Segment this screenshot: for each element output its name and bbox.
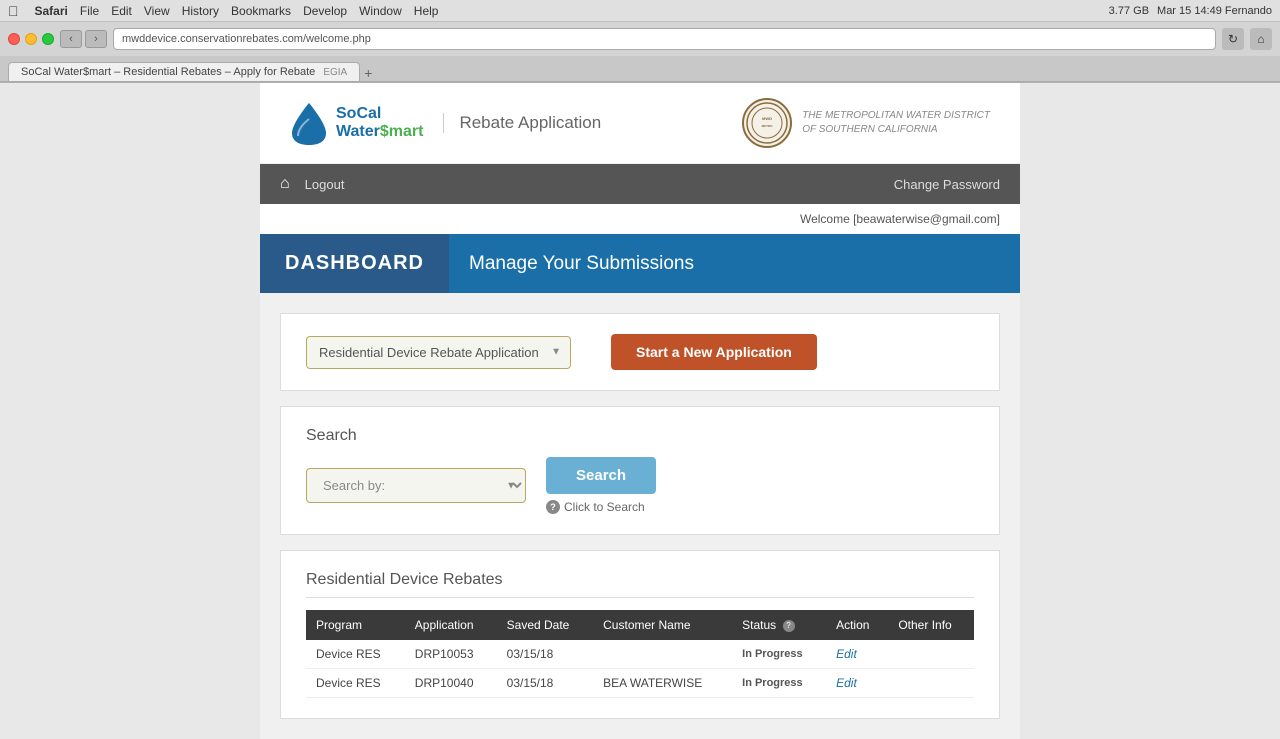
search-row: Search by: Search ? Click to Search [306, 457, 974, 514]
mac-storage: 3.77 GB [1109, 5, 1149, 17]
address-text: mwddevice.conservationrebates.com/welcom… [122, 33, 371, 45]
search-button[interactable]: Search [546, 457, 656, 494]
new-tab-button[interactable]: + [364, 65, 372, 81]
rebate-app-label: Rebate Application [443, 113, 601, 133]
col-application: Application [405, 610, 497, 640]
row1-saved-date: 03/15/18 [497, 640, 594, 669]
home-nav-icon[interactable]: ⌂ [280, 175, 290, 193]
col-saved-date: Saved Date [497, 610, 594, 640]
menu-window[interactable]: Window [359, 4, 402, 18]
table-header-row: Program Application Saved Date Customer … [306, 610, 974, 640]
status-help-icon[interactable]: ? [783, 620, 795, 632]
row1-status: In Progress [732, 640, 826, 669]
menu-view[interactable]: View [144, 4, 170, 18]
search-title: Search [306, 427, 974, 445]
menu-bookmarks[interactable]: Bookmarks [231, 4, 291, 18]
row2-application: DRP10040 [405, 669, 497, 698]
logout-link[interactable]: Logout [305, 177, 345, 192]
table-section: Residential Device Rebates Program Appli… [280, 550, 1000, 719]
row2-other-info [888, 669, 974, 698]
col-action: Action [826, 610, 888, 640]
nav-bar: ⌂ Logout Change Password [260, 164, 1020, 204]
hint-text: Click to Search [564, 500, 645, 514]
change-password-button[interactable]: Change Password [894, 177, 1000, 192]
forward-button[interactable]: › [85, 30, 107, 48]
row1-application: DRP10053 [405, 640, 497, 669]
col-other-info: Other Info [888, 610, 974, 640]
col-program: Program [306, 610, 405, 640]
logo-section: SoCal Water$mart Rebate Application [290, 101, 601, 146]
logo-socal-text: SoCal [336, 105, 381, 122]
menu-safari[interactable]: Safari [35, 4, 68, 18]
mac-datetime-user: Mar 15 14:49 Fernando [1157, 5, 1272, 17]
close-window-button[interactable] [8, 33, 20, 45]
app-type-select[interactable]: Residential Device Rebate Application [306, 336, 571, 369]
menu-develop[interactable]: Develop [303, 4, 347, 18]
refresh-icon[interactable]: ↻ [1222, 28, 1244, 50]
search-by-select[interactable]: Search by: [306, 468, 526, 503]
tab-title: SoCal Water$mart – Residential Rebates –… [21, 66, 315, 78]
app-type-select-wrapper: Residential Device Rebate Application [306, 336, 571, 369]
welcome-bar: Welcome [beawaterwise@gmail.com] [260, 204, 1020, 234]
traffic-lights [8, 33, 54, 45]
browser-tab-active[interactable]: SoCal Water$mart – Residential Rebates –… [8, 62, 360, 81]
browser-chrome: ‹ › mwddevice.conservationrebates.com/we… [0, 22, 1280, 83]
rebates-table: Program Application Saved Date Customer … [306, 610, 974, 698]
row2-action[interactable]: Edit [826, 669, 888, 698]
table-row: Device RES DRP10040 03/15/18 BEA WATERWI… [306, 669, 974, 698]
minimize-window-button[interactable] [25, 33, 37, 45]
home-icon[interactable]: ⌂ [1250, 28, 1272, 50]
dashboard-label: DASHBOARD [260, 234, 449, 293]
row2-edit-link[interactable]: Edit [836, 676, 857, 690]
row1-program: Device RES [306, 640, 405, 669]
back-button[interactable]: ‹ [60, 30, 82, 48]
svg-text:MWD: MWD [762, 116, 772, 121]
metro-logo-section: MWD METRO THE METROPOLITAN WATER DISTRIC… [742, 98, 990, 148]
tab-bar: SoCal Water$mart – Residential Rebates –… [0, 56, 1280, 82]
row1-edit-link[interactable]: Edit [836, 647, 857, 661]
site-header: SoCal Water$mart Rebate Application MWD … [260, 83, 1020, 164]
row2-status: In Progress [732, 669, 826, 698]
hint-icon: ? [546, 500, 560, 514]
address-bar[interactable]: mwddevice.conservationrebates.com/welcom… [113, 28, 1216, 50]
content-area: Residential Device Rebate Application St… [260, 293, 1020, 739]
metro-district-text: THE METROPOLITAN WATER DISTRICT OF SOUTH… [802, 109, 990, 137]
row2-saved-date: 03/15/18 [497, 669, 594, 698]
mac-menubar:  Safari File Edit View History Bookmark… [0, 0, 1280, 22]
welcome-text: Welcome [beawaterwise@gmail.com] [800, 212, 1000, 226]
row1-customer-name [593, 640, 732, 669]
row2-customer-name: BEA WATERWISE [593, 669, 732, 698]
metro-emblem-icon: MWD METRO [742, 98, 792, 148]
table-title: Residential Device Rebates [306, 571, 974, 598]
row1-action[interactable]: Edit [826, 640, 888, 669]
page-wrapper: SoCal Water$mart Rebate Application MWD … [260, 83, 1020, 739]
table-row: Device RES DRP10053 03/15/18 In Progress… [306, 640, 974, 669]
menu-help[interactable]: Help [414, 4, 439, 18]
search-hint: ? Click to Search [546, 500, 656, 514]
search-section: Search Search by: Search ? Click to Sear… [280, 406, 1000, 535]
menu-history[interactable]: History [182, 4, 219, 18]
menu-file[interactable]: File [80, 4, 99, 18]
start-new-application-button[interactable]: Start a New Application [611, 334, 817, 370]
search-by-select-wrapper: Search by: [306, 468, 526, 503]
svg-text:METRO: METRO [762, 124, 773, 128]
water-drop-icon [290, 101, 328, 146]
col-status: Status ? [732, 610, 826, 640]
socal-logo: SoCal Water$mart [290, 101, 423, 146]
dashboard-subtitle: Manage Your Submissions [449, 235, 714, 293]
logo-water-text: Water [336, 123, 380, 140]
dashboard-header: DASHBOARD Manage Your Submissions [260, 234, 1020, 293]
logo-smart-text: $mart [380, 123, 424, 140]
col-customer-name: Customer Name [593, 610, 732, 640]
menu-edit[interactable]: Edit [111, 4, 132, 18]
row1-other-info [888, 640, 974, 669]
maximize-window-button[interactable] [42, 33, 54, 45]
application-section: Residential Device Rebate Application St… [280, 313, 1000, 391]
tab-right-label: EGIA [323, 67, 347, 78]
apple-logo-icon[interactable]:  [8, 3, 19, 19]
row2-program: Device RES [306, 669, 405, 698]
